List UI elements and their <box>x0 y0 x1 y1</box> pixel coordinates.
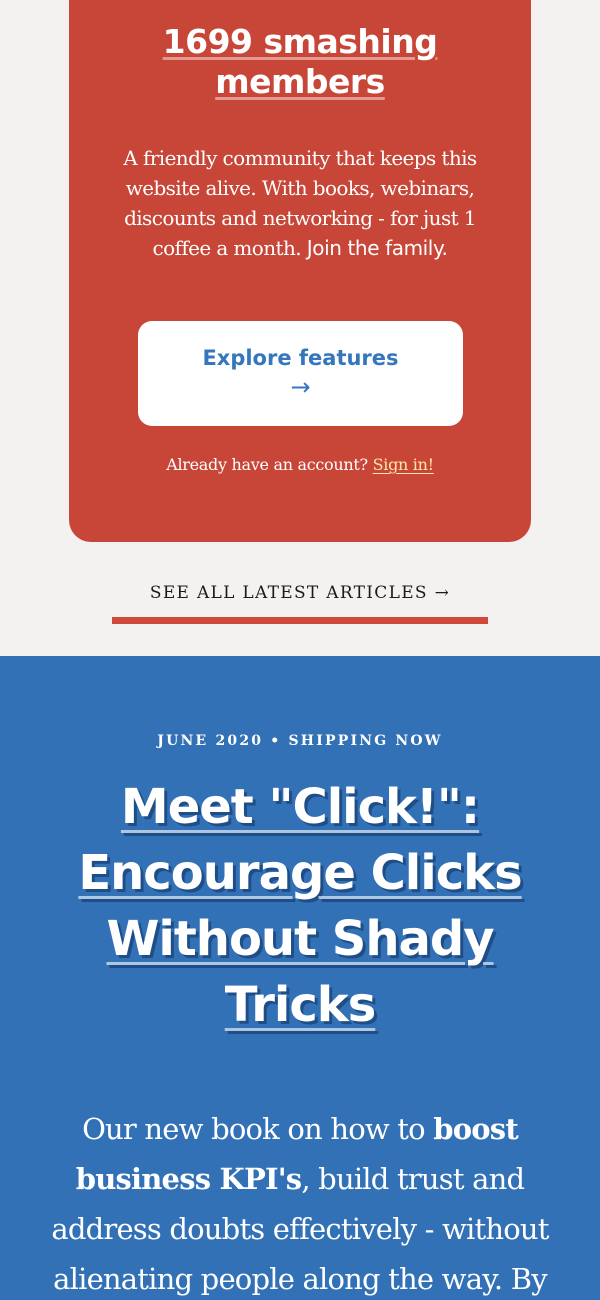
book-promo-section: JUNE 2020 • SHIPPING NOW Meet "Click!": … <box>0 656 600 1300</box>
book-description-intro: Our new book on how to <box>82 1112 426 1146</box>
see-all-articles-link[interactable]: SEE ALL LATEST ARTICLES → <box>112 578 488 624</box>
arrow-right-icon: → <box>290 373 311 401</box>
account-prompt: Already have an account? Sign in! <box>69 453 531 477</box>
membership-description: A friendly community that keeps this web… <box>109 143 491 263</box>
book-description: Our new book on how to boost business KP… <box>30 1104 570 1300</box>
membership-card: 1699 smashing members A friendly communi… <box>69 0 531 542</box>
book-title[interactable]: Meet "Click!": Encourage Clicks Without … <box>40 774 560 1038</box>
explore-features-button[interactable]: Explore features → <box>138 321 463 426</box>
membership-title[interactable]: 1699 smashing members <box>69 22 531 102</box>
sign-in-link[interactable]: Sign in! <box>373 455 434 474</box>
join-family-text: Join the family. <box>306 236 448 260</box>
book-kicker: JUNE 2020 • SHIPPING NOW <box>157 733 443 749</box>
membership-title-text[interactable]: 1699 smashing members <box>163 22 438 101</box>
book-title-link[interactable]: Meet "Click!": Encourage Clicks Without … <box>78 779 522 1033</box>
explore-features-label: Explore features <box>202 346 399 370</box>
account-prompt-text: Already have an account? <box>166 455 368 474</box>
